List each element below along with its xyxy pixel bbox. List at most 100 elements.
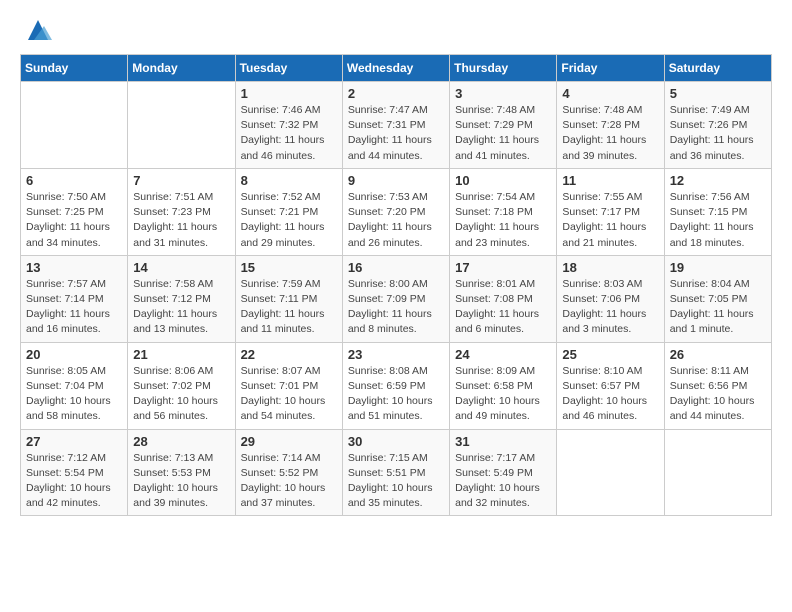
day-detail: Sunrise: 7:17 AM Sunset: 5:49 PM Dayligh…: [455, 451, 551, 512]
day-number: 29: [241, 434, 337, 449]
day-detail: Sunrise: 7:56 AM Sunset: 7:15 PM Dayligh…: [670, 190, 766, 251]
weekday-row: SundayMondayTuesdayWednesdayThursdayFrid…: [21, 55, 772, 82]
day-number: 15: [241, 260, 337, 275]
header: [20, 16, 772, 44]
weekday-header-tuesday: Tuesday: [235, 55, 342, 82]
day-detail: Sunrise: 7:55 AM Sunset: 7:17 PM Dayligh…: [562, 190, 658, 251]
calendar-cell: 21 Sunrise: 8:06 AM Sunset: 7:02 PM Dayli…: [128, 342, 235, 429]
calendar-cell: 11 Sunrise: 7:55 AM Sunset: 7:17 PM Dayli…: [557, 168, 664, 255]
day-detail: Sunrise: 8:00 AM Sunset: 7:09 PM Dayligh…: [348, 277, 444, 338]
calendar-cell: [21, 82, 128, 169]
day-detail: Sunrise: 7:12 AM Sunset: 5:54 PM Dayligh…: [26, 451, 122, 512]
day-detail: Sunrise: 8:08 AM Sunset: 6:59 PM Dayligh…: [348, 364, 444, 425]
calendar-cell: 2 Sunrise: 7:47 AM Sunset: 7:31 PM Daylig…: [342, 82, 449, 169]
day-detail: Sunrise: 7:48 AM Sunset: 7:29 PM Dayligh…: [455, 103, 551, 164]
day-number: 14: [133, 260, 229, 275]
calendar-cell: 8 Sunrise: 7:52 AM Sunset: 7:21 PM Daylig…: [235, 168, 342, 255]
day-detail: Sunrise: 7:47 AM Sunset: 7:31 PM Dayligh…: [348, 103, 444, 164]
day-number: 2: [348, 86, 444, 101]
day-detail: Sunrise: 7:50 AM Sunset: 7:25 PM Dayligh…: [26, 190, 122, 251]
day-number: 26: [670, 347, 766, 362]
day-detail: Sunrise: 7:57 AM Sunset: 7:14 PM Dayligh…: [26, 277, 122, 338]
day-detail: Sunrise: 7:13 AM Sunset: 5:53 PM Dayligh…: [133, 451, 229, 512]
page: SundayMondayTuesdayWednesdayThursdayFrid…: [0, 0, 792, 612]
logo-icon: [24, 16, 52, 44]
calendar-cell: 5 Sunrise: 7:49 AM Sunset: 7:26 PM Daylig…: [664, 82, 771, 169]
day-number: 11: [562, 173, 658, 188]
calendar-header: SundayMondayTuesdayWednesdayThursdayFrid…: [21, 55, 772, 82]
calendar-cell: 1 Sunrise: 7:46 AM Sunset: 7:32 PM Daylig…: [235, 82, 342, 169]
day-number: 20: [26, 347, 122, 362]
day-number: 25: [562, 347, 658, 362]
day-detail: Sunrise: 7:54 AM Sunset: 7:18 PM Dayligh…: [455, 190, 551, 251]
day-number: 13: [26, 260, 122, 275]
day-detail: Sunrise: 8:05 AM Sunset: 7:04 PM Dayligh…: [26, 364, 122, 425]
calendar-cell: 14 Sunrise: 7:58 AM Sunset: 7:12 PM Dayli…: [128, 255, 235, 342]
day-detail: Sunrise: 7:14 AM Sunset: 5:52 PM Dayligh…: [241, 451, 337, 512]
day-number: 7: [133, 173, 229, 188]
calendar-cell: [128, 82, 235, 169]
calendar-cell: 7Sunrise: 7:51 AM Sunset: 7:23 PM Daylig…: [128, 168, 235, 255]
calendar-cell: 12 Sunrise: 7:56 AM Sunset: 7:15 PM Dayli…: [664, 168, 771, 255]
calendar-week-2: 6 Sunrise: 7:50 AM Sunset: 7:25 PM Daylig…: [21, 168, 772, 255]
day-number: 30: [348, 434, 444, 449]
day-number: 12: [670, 173, 766, 188]
calendar-cell: 25 Sunrise: 8:10 AM Sunset: 6:57 PM Dayli…: [557, 342, 664, 429]
calendar-week-5: 27 Sunrise: 7:12 AM Sunset: 5:54 PM Dayli…: [21, 429, 772, 516]
logo: [20, 16, 52, 44]
day-number: 19: [670, 260, 766, 275]
day-number: 5: [670, 86, 766, 101]
day-detail: Sunrise: 8:06 AM Sunset: 7:02 PM Dayligh…: [133, 364, 229, 425]
day-number: 27: [26, 434, 122, 449]
calendar-cell: 17 Sunrise: 8:01 AM Sunset: 7:08 PM Dayli…: [450, 255, 557, 342]
day-number: 21: [133, 347, 229, 362]
day-detail: Sunrise: 8:10 AM Sunset: 6:57 PM Dayligh…: [562, 364, 658, 425]
calendar-cell: 31 Sunrise: 7:17 AM Sunset: 5:49 PM Dayli…: [450, 429, 557, 516]
day-number: 16: [348, 260, 444, 275]
calendar-cell: 22Sunrise: 8:07 AM Sunset: 7:01 PM Dayli…: [235, 342, 342, 429]
calendar-cell: 10 Sunrise: 7:54 AM Sunset: 7:18 PM Dayli…: [450, 168, 557, 255]
calendar-cell: 9 Sunrise: 7:53 AM Sunset: 7:20 PM Daylig…: [342, 168, 449, 255]
calendar-week-3: 13 Sunrise: 7:57 AM Sunset: 7:14 PM Dayli…: [21, 255, 772, 342]
weekday-header-thursday: Thursday: [450, 55, 557, 82]
calendar-cell: 20 Sunrise: 8:05 AM Sunset: 7:04 PM Dayli…: [21, 342, 128, 429]
calendar-cell: 29 Sunrise: 7:14 AM Sunset: 5:52 PM Dayli…: [235, 429, 342, 516]
day-number: 31: [455, 434, 551, 449]
day-detail: Sunrise: 7:15 AM Sunset: 5:51 PM Dayligh…: [348, 451, 444, 512]
calendar-cell: 27 Sunrise: 7:12 AM Sunset: 5:54 PM Dayli…: [21, 429, 128, 516]
calendar-cell: 28Sunrise: 7:13 AM Sunset: 5:53 PM Dayli…: [128, 429, 235, 516]
day-number: 9: [348, 173, 444, 188]
calendar: SundayMondayTuesdayWednesdayThursdayFrid…: [20, 54, 772, 516]
day-detail: Sunrise: 8:07 AM Sunset: 7:01 PM Dayligh…: [241, 364, 337, 425]
day-number: 18: [562, 260, 658, 275]
calendar-cell: 30 Sunrise: 7:15 AM Sunset: 5:51 PM Dayli…: [342, 429, 449, 516]
day-detail: Sunrise: 7:59 AM Sunset: 7:11 PM Dayligh…: [241, 277, 337, 338]
calendar-week-1: 1 Sunrise: 7:46 AM Sunset: 7:32 PM Daylig…: [21, 82, 772, 169]
calendar-cell: 23Sunrise: 8:08 AM Sunset: 6:59 PM Dayli…: [342, 342, 449, 429]
day-detail: Sunrise: 8:11 AM Sunset: 6:56 PM Dayligh…: [670, 364, 766, 425]
day-detail: Sunrise: 7:49 AM Sunset: 7:26 PM Dayligh…: [670, 103, 766, 164]
day-detail: Sunrise: 7:52 AM Sunset: 7:21 PM Dayligh…: [241, 190, 337, 251]
weekday-header-sunday: Sunday: [21, 55, 128, 82]
day-number: 6: [26, 173, 122, 188]
day-number: 17: [455, 260, 551, 275]
weekday-header-wednesday: Wednesday: [342, 55, 449, 82]
calendar-cell: 26 Sunrise: 8:11 AM Sunset: 6:56 PM Dayli…: [664, 342, 771, 429]
calendar-cell: [557, 429, 664, 516]
calendar-week-4: 20 Sunrise: 8:05 AM Sunset: 7:04 PM Dayli…: [21, 342, 772, 429]
day-detail: Sunrise: 8:09 AM Sunset: 6:58 PM Dayligh…: [455, 364, 551, 425]
calendar-cell: 18Sunrise: 8:03 AM Sunset: 7:06 PM Dayli…: [557, 255, 664, 342]
calendar-cell: 3Sunrise: 7:48 AM Sunset: 7:29 PM Daylig…: [450, 82, 557, 169]
calendar-cell: 24Sunrise: 8:09 AM Sunset: 6:58 PM Dayli…: [450, 342, 557, 429]
day-detail: Sunrise: 7:53 AM Sunset: 7:20 PM Dayligh…: [348, 190, 444, 251]
day-number: 4: [562, 86, 658, 101]
day-detail: Sunrise: 8:01 AM Sunset: 7:08 PM Dayligh…: [455, 277, 551, 338]
day-detail: Sunrise: 7:46 AM Sunset: 7:32 PM Dayligh…: [241, 103, 337, 164]
calendar-cell: 13 Sunrise: 7:57 AM Sunset: 7:14 PM Dayli…: [21, 255, 128, 342]
day-detail: Sunrise: 7:58 AM Sunset: 7:12 PM Dayligh…: [133, 277, 229, 338]
day-number: 10: [455, 173, 551, 188]
calendar-cell: [664, 429, 771, 516]
day-number: 8: [241, 173, 337, 188]
weekday-header-monday: Monday: [128, 55, 235, 82]
day-number: 1: [241, 86, 337, 101]
